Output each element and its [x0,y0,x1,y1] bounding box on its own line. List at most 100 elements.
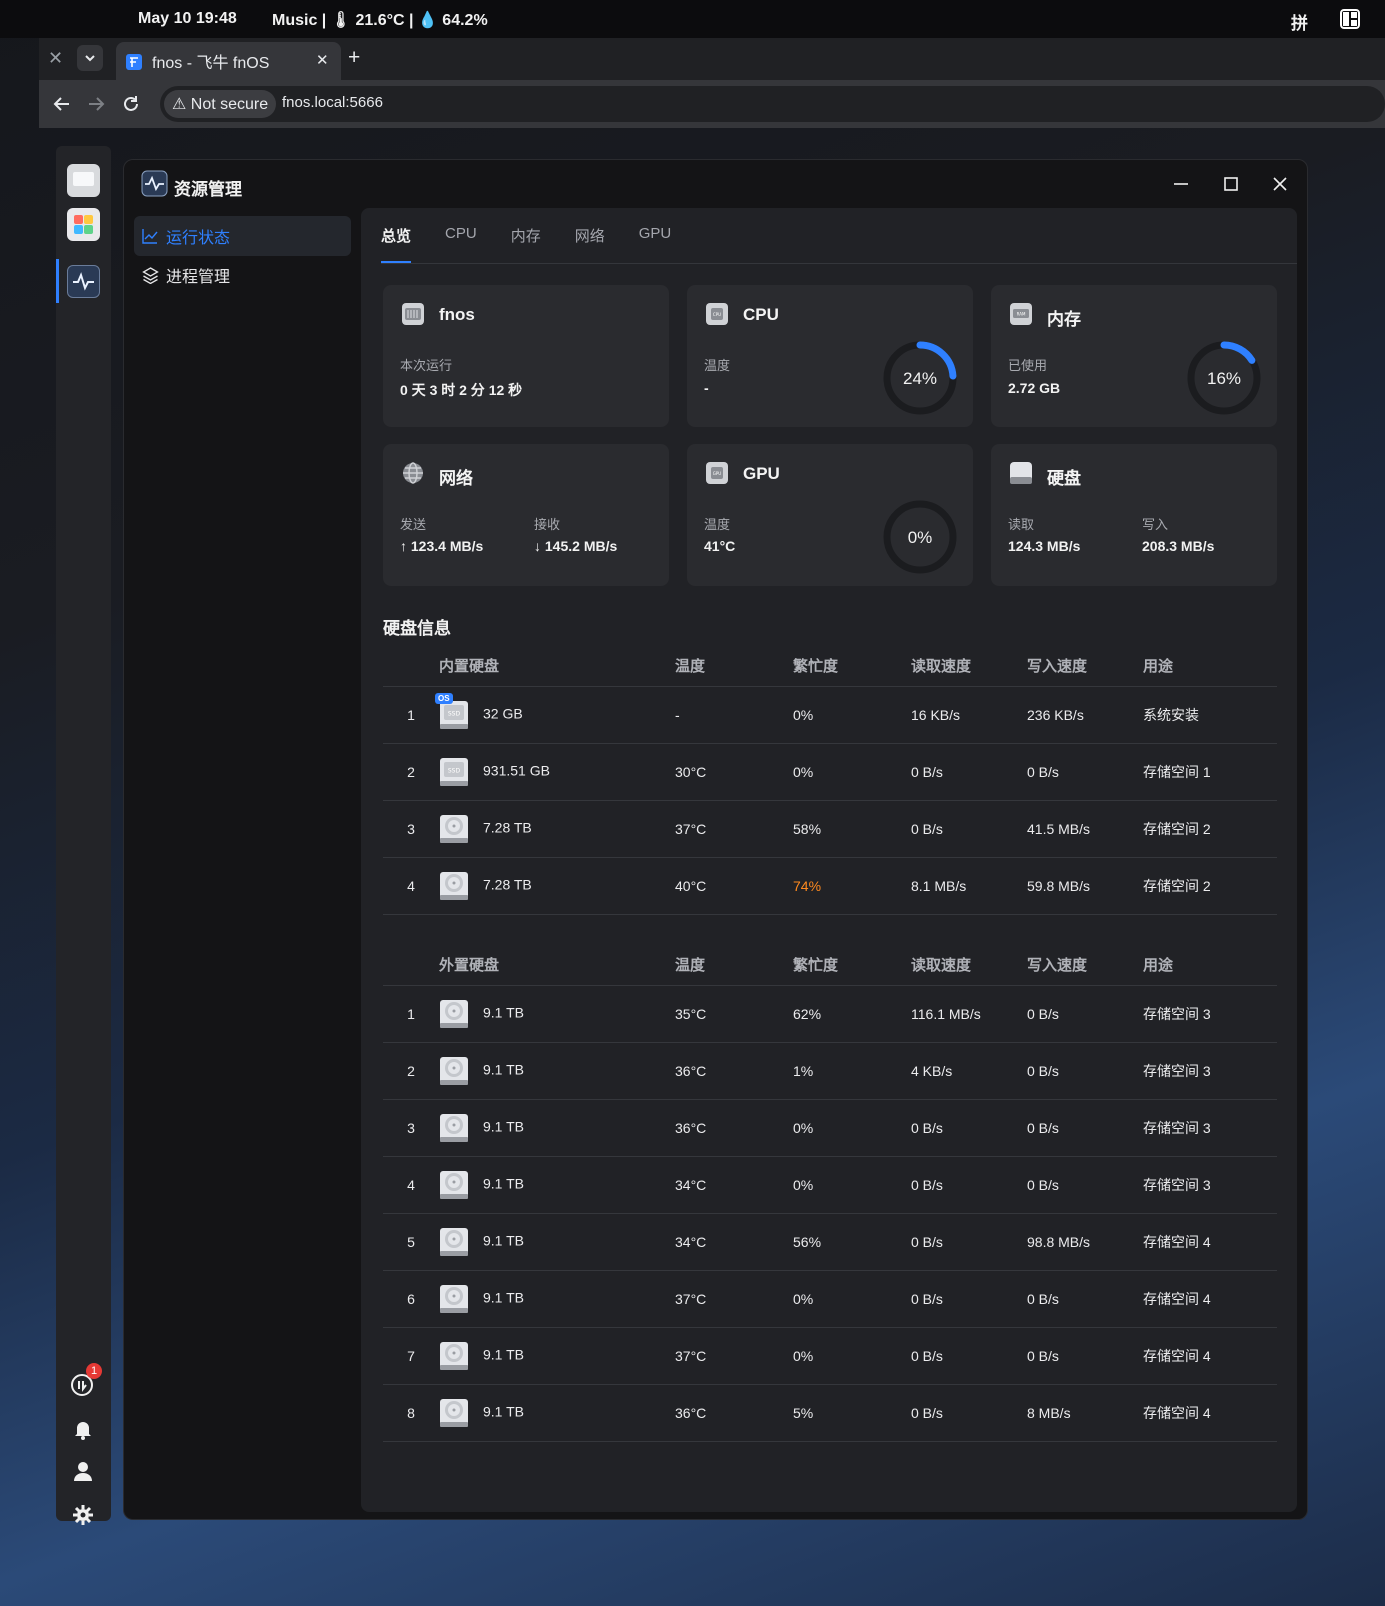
minimize-icon[interactable] [1173,176,1189,192]
table-row[interactable]: 2 9.1 TB 36°C 1% 4 KB/s 0 B/s 存储空间 3 [383,1042,1277,1100]
disk-size: 32 GB [483,705,523,722]
sidebar-item-process-management[interactable]: 进程管理 [134,255,351,295]
disk-size: 9.1 TB [483,1004,524,1021]
network-card[interactable]: 网络 发送 ↑ 123.4 MB/s 接收 ↓ 145.2 MB/s [383,444,669,586]
disk-card[interactable]: 硬盘 读取 124.3 MB/s 写入 208.3 MB/s [991,444,1277,586]
disk-temperature: 37°C [675,1347,707,1364]
hdd-icon [439,871,469,901]
system-status-text[interactable]: Music | 🌡 21.6°C | 💧 64.2% [272,10,488,30]
system-clock[interactable]: May 10 19:48 [138,10,237,28]
disk-busy: 58% [793,820,822,837]
tab-memory[interactable]: 内存 [511,208,541,264]
tab-gpu[interactable]: GPU [639,208,672,264]
table-row[interactable]: 7 9.1 TB 37°C 0% 0 B/s 0 B/s 存储空间 4 [383,1327,1277,1385]
uptime-value: 0 天 3 时 2 分 12 秒 [400,382,523,398]
memory-card[interactable]: RAM 内存 已使用 2.72 GB 16% [991,285,1277,427]
tab-search-button[interactable] [77,45,103,71]
back-arrow-icon[interactable] [51,93,73,115]
memory-usage-text: 16% [1206,369,1242,388]
disk-index: 2 [407,763,415,780]
receive-value: ↓ 145.2 MB/s [534,538,618,554]
input-method-indicator[interactable]: 拼 [1291,9,1308,34]
disk-read-speed: 4 KB/s [911,1062,953,1079]
disk-size: 9.1 TB [483,1346,524,1363]
table-row[interactable]: 4 7.28 TB 40°C 74% 8.1 MB/s 59.8 MB/s 存储空间 2 [383,857,1277,915]
table-row[interactable]: 1 9.1 TB 35°C 62% 116.1 MB/s 0 B/s 存储空间 3 [383,985,1277,1043]
sidebar-item-running-status[interactable]: 运行状态 [134,216,351,256]
security-indicator[interactable]: ⚠ Not secure [164,90,277,118]
receive-label: 接收 [534,517,561,532]
settings-gear-icon[interactable] [72,1504,94,1526]
hdd-icon [439,1170,469,1200]
tab-overview[interactable]: 总览 [381,208,412,264]
disk-index: 4 [407,877,415,894]
browser-tab-strip: ✕ fnos - 飞牛 fnOS ✕ + [39,38,1385,80]
disk-size: 9.1 TB [483,1175,524,1192]
user-icon[interactable] [72,1460,94,1482]
table-row[interactable]: 6 9.1 TB 37°C 0% 0 B/s 0 B/s 存储空间 4 [383,1270,1277,1328]
table-row[interactable]: 4 9.1 TB 34°C 0% 0 B/s 0 B/s 存储空间 3 [383,1156,1277,1214]
maximize-icon[interactable] [1223,176,1239,192]
os-badge: OS [435,692,453,704]
tab-title: fnos - 飞牛 fnOS [152,55,270,72]
cpu-temp-label: 温度 [704,358,731,373]
disk-temperature: 37°C [675,1290,707,1307]
table-row[interactable]: 3 9.1 TB 36°C 0% 0 B/s 0 B/s 存储空间 3 [383,1099,1277,1157]
update-icon[interactable]: 1 [69,1363,102,1398]
table-row[interactable]: 2 SSD 931.51 GB 30°C 0% 0 B/s 0 B/s 存储空间 1 [383,743,1277,801]
disk-busy: 74% [793,877,822,894]
browser-tab-active[interactable]: fnos - 飞牛 fnOS ✕ [116,42,341,80]
browser-toolbar: ⚠ Not secure fnos.local:5666 [39,80,1385,128]
close-window-icon[interactable]: ✕ [48,48,63,69]
reload-icon[interactable] [120,93,142,115]
gpu-card[interactable]: GPU GPU 温度 41°C 0% [687,444,973,586]
tab-divider [381,263,1297,264]
disk-temperature: 36°C [675,1404,707,1421]
svg-text:GPU: GPU [713,471,722,476]
resource-monitor-icon[interactable] [67,265,100,298]
line-chart-icon [142,229,158,244]
hdd-icon [439,1056,469,1086]
disk-size: 9.1 TB [483,1403,524,1420]
disk-write-speed: 0 B/s [1027,1005,1059,1022]
bell-icon[interactable] [72,1418,94,1440]
close-icon[interactable] [1272,176,1288,192]
col-index [383,945,439,986]
url-text[interactable]: fnos.local:5666 [282,94,383,111]
omnibox[interactable]: ⚠ Not secure fnos.local:5666 [160,86,1385,122]
col-temp: 温度 [675,646,793,687]
disk-write-speed: 0 B/s [1027,1290,1059,1307]
disk-size: 9.1 TB [483,1289,524,1306]
forward-arrow-icon[interactable] [85,93,107,115]
disk-temperature: 34°C [675,1233,707,1250]
disk-read-speed: 0 B/s [911,763,943,780]
tab-cpu[interactable]: CPU [445,208,477,264]
close-tab-icon[interactable]: ✕ [316,51,329,69]
resource-monitor-icon [141,170,168,197]
hdd-icon [439,999,469,1029]
cpu-card[interactable]: CPU CPU 温度 - 24% [687,285,973,427]
system-top-bar: May 10 19:48 Music | 🌡 21.6°C | 💧 64.2% … [0,0,1385,38]
update-badge: 1 [86,1363,102,1379]
disk-temperature: 40°C [675,877,707,894]
network-card-title: 网络 [439,469,473,488]
disk-usage: 存储空间 3 [1143,1005,1211,1022]
tab-network[interactable]: 网络 [575,208,605,264]
hdd-icon [439,814,469,844]
desktop-icon[interactable] [67,164,100,197]
new-tab-button[interactable]: + [348,46,360,70]
table-row[interactable]: 8 9.1 TB 36°C 5% 0 B/s 8 MB/s 存储空间 4 [383,1384,1277,1442]
disk-write-speed: 0 B/s [1027,1176,1059,1193]
table-row[interactable]: 3 7.28 TB 37°C 58% 0 B/s 41.5 MB/s 存储空间 2 [383,800,1277,858]
layout-icon[interactable] [1340,9,1360,29]
disk-temperature: 30°C [675,763,707,780]
memory-used-value: 2.72 GB [1008,380,1061,396]
app-center-icon[interactable] [67,208,100,241]
disk-write-speed: 0 B/s [1027,1347,1059,1364]
disk-read-speed: 0 B/s [911,1404,943,1421]
col-usage: 用途 [1143,945,1277,986]
disk-busy: 0% [793,1347,814,1364]
table-row[interactable]: 5 9.1 TB 34°C 56% 0 B/s 98.8 MB/s 存储空间 4 [383,1213,1277,1271]
table-row[interactable]: 1 SSD OS 32 GB - 0% 16 KB/s 236 KB/s 系统安装 [383,686,1277,744]
gpu-chip-icon: GPU [706,462,728,484]
